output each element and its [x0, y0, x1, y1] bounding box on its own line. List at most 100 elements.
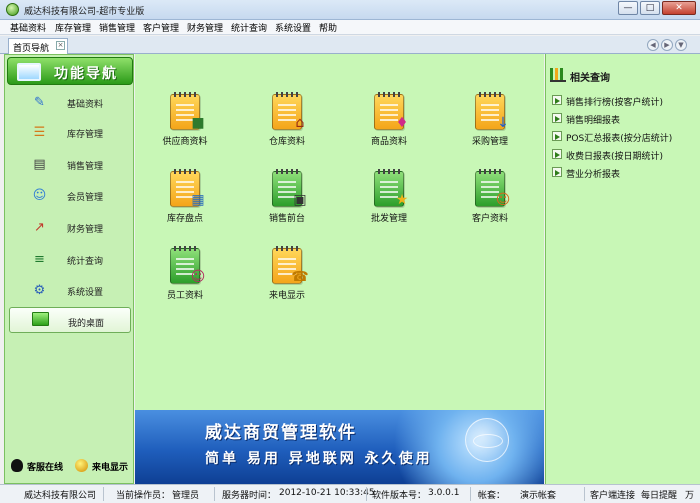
phone-icon: ☎ — [291, 269, 309, 285]
tile-label: 库存盘点 — [166, 214, 203, 224]
stats-icon: ≡ — [34, 252, 45, 267]
tile-label: 采购管理 — [471, 137, 508, 147]
banner-title: 威达商贸管理软件 — [205, 423, 357, 443]
tile-purchase-management[interactable]: ↓ 采购管理 — [455, 88, 525, 148]
network-globe-icon — [465, 418, 509, 462]
sidebar-item-basic-data[interactable]: ✎ 基础资料 — [9, 89, 131, 115]
arrow-right-icon — [552, 95, 562, 105]
status-divider — [470, 487, 471, 501]
close-button[interactable]: ✕ — [662, 1, 696, 15]
phone-icon — [75, 459, 88, 472]
sidebar-item-label: 库存管理 — [67, 130, 104, 140]
tab-prev-icon[interactable]: ◀ — [647, 39, 659, 51]
tile-label: 供应商资料 — [162, 137, 208, 147]
online-service-label: 客服在线 — [27, 463, 64, 473]
qq-penguin-icon — [11, 459, 23, 472]
sidebar-item-label: 会员管理 — [67, 193, 104, 203]
status-divider — [584, 487, 585, 501]
sidebar-item-settings[interactable]: ⚙ 系统设置 — [9, 277, 131, 303]
client-connect-button[interactable]: 客户端连接 — [590, 488, 635, 501]
menu-settings[interactable]: 系统设置 — [275, 21, 311, 34]
banner-glow — [375, 410, 544, 484]
status-server-time: 2012-10-21 10:33:45 — [279, 488, 375, 498]
related-query-item[interactable]: 营业分析报表 — [552, 165, 697, 180]
tile-supplier-data[interactable]: ■ 供应商资料 — [150, 88, 220, 148]
cart-icon: ☰ — [33, 125, 46, 140]
related-query-item[interactable]: 收费日报表(按日期统计) — [552, 147, 697, 162]
menu-bar: 基础资料 库存管理 销售管理 客户管理 财务管理 统计查询 系统设置 帮助 — [0, 20, 700, 35]
tile-product-data[interactable]: ♦ 商品资料 — [354, 88, 424, 148]
title-bar: 威达科技有限公司-超市专业版 — □ ✕ — [0, 0, 700, 20]
status-bar: 威达科技有限公司 当前操作员： 管理员 服务器时间： 2012-10-21 10… — [0, 484, 700, 503]
desktop-main-area: ■ 供应商资料 ⌂ 仓库资料 ♦ 商品资料 ↓ 采购管理 ▦ 库存盘点 ▣ 销售… — [135, 54, 544, 484]
tile-label: 仓库资料 — [268, 137, 305, 147]
monitor-icon — [32, 312, 49, 326]
arrow-right-icon — [552, 113, 562, 123]
window-title: 威达科技有限公司-超市专业版 — [24, 7, 145, 17]
related-query-label: 销售明细报表 — [566, 116, 621, 126]
status-operator: 管理员 — [172, 491, 200, 501]
app-logo-icon — [6, 3, 19, 16]
status-version-label: 软件版本号： — [372, 491, 427, 501]
tab-bar: 首页导航 × ◀ ▶ ▼ — [0, 36, 700, 54]
tile-caller-id[interactable]: ☎ 来电显示 — [252, 242, 322, 302]
status-operator-label: 当前操作员： — [116, 491, 171, 501]
wholesale-sale-icon: ★ — [395, 192, 409, 208]
daily-reminder-button[interactable]: 每日提醒 — [641, 488, 677, 501]
arrow-right-icon — [552, 149, 562, 159]
gear-icon: ⚙ — [33, 283, 46, 298]
sidebar-item-sales[interactable]: ▤ 销售管理 — [9, 151, 131, 177]
maximize-button[interactable]: □ — [640, 1, 660, 15]
related-query-label: POS汇总报表(按分店统计) — [566, 134, 673, 144]
inventory-calculator-icon: ▦ — [191, 192, 205, 208]
tile-label: 客户资料 — [471, 214, 508, 224]
sidebar-item-label: 我的桌面 — [68, 319, 105, 329]
tile-label: 商品资料 — [370, 137, 407, 147]
tab-home-navigation[interactable]: 首页导航 × — [8, 38, 68, 54]
menu-customers[interactable]: 客户管理 — [143, 21, 179, 34]
chart-icon: ↗ — [34, 220, 45, 235]
supplier-truck-icon: ■ — [191, 115, 205, 131]
arrow-right-icon — [552, 167, 562, 177]
minimize-button[interactable]: — — [618, 1, 638, 15]
sidebar-item-label: 系统设置 — [67, 288, 104, 298]
warehouse-house-icon: ⌂ — [295, 115, 305, 131]
tile-inventory-count[interactable]: ▦ 库存盘点 — [150, 165, 220, 225]
customers-icon: ☺ — [495, 192, 511, 208]
arrow-right-icon — [552, 131, 562, 141]
tile-sales-counter[interactable]: ▣ 销售前台 — [252, 165, 322, 225]
staff-icon: ☺ — [190, 269, 206, 285]
menu-statistics[interactable]: 统计查询 — [231, 21, 267, 34]
banner-slogan: 简单 易用 异地联网 永久使用 — [205, 451, 433, 467]
sidebar-item-label: 基础资料 — [67, 100, 104, 110]
related-query-item[interactable]: 销售排行榜(按客户统计) — [552, 93, 697, 108]
tab-list-icon[interactable]: ▼ — [675, 39, 687, 51]
status-extra: 万 — [685, 491, 695, 501]
menu-help[interactable]: 帮助 — [319, 21, 337, 34]
sidebar-item-inventory[interactable]: ☰ 库存管理 — [9, 119, 131, 145]
menu-finance[interactable]: 财务管理 — [187, 21, 223, 34]
sidebar-item-members[interactable]: ☺ 会员管理 — [9, 182, 131, 208]
tab-next-icon[interactable]: ▶ — [661, 39, 673, 51]
menu-inventory[interactable]: 库存管理 — [55, 21, 91, 34]
sidebar-item-statistics[interactable]: ≡ 统计查询 — [9, 246, 131, 272]
related-query-item[interactable]: 销售明细报表 — [552, 111, 697, 126]
tab-close-icon[interactable]: × — [56, 41, 65, 50]
tile-wholesale-management[interactable]: ★ 批发管理 — [354, 165, 424, 225]
related-query-label: 销售排行榜(按客户统计) — [566, 98, 664, 108]
status-divider — [103, 487, 104, 501]
cash-register-icon: ▤ — [33, 157, 46, 172]
related-query-item[interactable]: POS汇总报表(按分店统计) — [552, 129, 697, 144]
sidebar-item-my-desktop[interactable]: 我的桌面 — [9, 307, 131, 333]
menu-sales[interactable]: 销售管理 — [99, 21, 135, 34]
status-account: 演示帐套 — [520, 491, 557, 501]
tab-label: 首页导航 — [13, 44, 50, 54]
status-account-label: 帐套： — [478, 491, 506, 501]
menu-basic-data[interactable]: 基础资料 — [10, 21, 46, 34]
sidebar-item-finance[interactable]: ↗ 财务管理 — [9, 214, 131, 240]
status-server-time-label: 服务器时间： — [222, 491, 277, 501]
tile-customer-data[interactable]: ☺ 客户资料 — [455, 165, 525, 225]
caller-id-label: 来电显示 — [92, 463, 129, 473]
tile-staff-data[interactable]: ☺ 员工资料 — [150, 242, 220, 302]
tile-warehouse-data[interactable]: ⌂ 仓库资料 — [252, 88, 322, 148]
